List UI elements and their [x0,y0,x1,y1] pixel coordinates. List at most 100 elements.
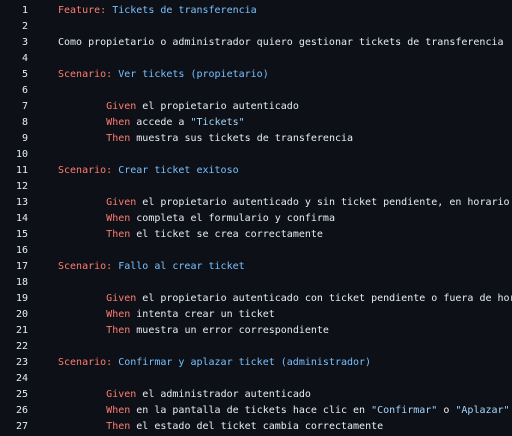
text-token: muestra sus tickets de transferencia [130,133,354,144]
line-content: Como propietario o administrador quiero … [28,35,504,51]
line-number: 24 [15,373,28,384]
line-content [28,51,58,67]
keyword-token: Then [106,229,131,240]
code-line: 10 [0,147,512,163]
line-content: Scenario: Fallo al crear ticket [28,259,245,275]
code-line: 12 [0,179,512,195]
line-content: Feature: Tickets de transferencia [28,3,257,19]
keyword-token: Then [106,133,131,144]
code-viewer: 1 Feature: Tickets de transferencia 2 3 Como… [0,0,512,436]
line-number: 4 [21,53,28,64]
title-token: Tickets de transferencia [106,5,257,16]
code-line: 26 When en la pantalla de tickets hace c… [0,403,512,419]
code-line: 3 Como propietario o administrador quiero… [0,35,512,51]
title-token: Ver tickets (propietario) [112,69,269,80]
keyword-token: Given [106,293,137,304]
code-line: 21 Then muestra un error correspondiente [0,323,512,339]
keyword-token: Scenario: [58,69,113,80]
line-number: 20 [15,309,28,320]
keyword-token: Given [106,197,137,208]
code-line: 6 [0,83,512,99]
string-token: "Aplazar" [455,405,510,416]
keyword-token: When [106,213,131,224]
code-line: 24 [0,371,512,387]
code-line: 11 Scenario: Crear ticket exitoso [0,163,512,179]
line-number: 9 [21,133,28,144]
title-token: Fallo al crear ticket [112,261,245,272]
text-token: el ticket se crea correctamente [130,229,323,240]
line-content: When intenta crear un ticket [28,307,275,323]
title-token: Crear ticket exitoso [112,165,239,176]
code-line: 19 Given el propietario autenticado con … [0,291,512,307]
line-number: 14 [15,213,28,224]
code-line: 15 Then el ticket se crea correctamente [0,227,512,243]
line-content: Then el estado del ticket cambia correct… [28,419,383,435]
code-line: 8 When accede a "Tickets" [0,115,512,131]
line-number: 21 [15,325,28,336]
line-content [28,19,58,35]
code-line: 22 [0,339,512,355]
line-number: 2 [21,21,28,32]
text-token: el propietario autenticado con ticket pe… [136,293,512,304]
line-number: 6 [21,85,28,96]
text-token: accede a [130,117,191,128]
text-token: Como propietario o administrador quiero … [58,37,504,48]
line-content: Given el administrador autenticado [28,387,311,403]
line-number: 22 [15,341,28,352]
line-content: Scenario: Crear ticket exitoso [28,163,239,179]
line-number: 25 [15,389,28,400]
line-number: 12 [15,181,28,192]
code-line: 7 Given el propietario autenticado [0,99,512,115]
code-line: 23 Scenario: Confirmar y aplazar ticket (… [0,355,512,371]
line-content: Scenario: Confirmar y aplazar ticket (ad… [28,355,371,371]
text-token: o [437,405,456,416]
line-number: 3 [21,37,28,48]
string-token: "Confirmar" [371,405,438,416]
keyword-token: Scenario: [58,165,113,176]
line-number: 1 [21,5,28,16]
line-number: 8 [21,117,28,128]
code-line: 25 Given el administrador autenticado [0,387,512,403]
code-line: 16 [0,243,512,259]
code-line: 17 Scenario: Fallo al crear ticket [0,259,512,275]
text-token: el estado del ticket cambia correctament… [130,421,384,432]
line-content: When accede a "Tickets" [28,115,245,131]
line-content: Then muestra un error correspondiente [28,323,329,339]
line-number: 26 [15,405,28,416]
code-line: 27 Then el estado del ticket cambia corr… [0,419,512,435]
keyword-token: When [106,405,131,416]
line-number: 7 [21,101,28,112]
keyword-token: Then [106,421,131,432]
line-content [28,243,58,259]
keyword-token: Given [106,389,137,400]
line-content: When completa el formulario y confirma [28,211,335,227]
text-token: muestra un error correspondiente [130,325,329,336]
line-content: Given el propietario autenticado y sin t… [28,195,512,211]
line-content [28,275,58,291]
line-number: 13 [15,197,28,208]
line-number: 10 [15,149,28,160]
string-token: "Tickets" [190,117,245,128]
line-number: 18 [15,277,28,288]
code-line: 20 When intenta crear un ticket [0,307,512,323]
line-content: When en la pantalla de tickets hace clic… [28,403,510,419]
line-content [28,147,58,163]
keyword-token: Scenario: [58,261,113,272]
keyword-token: When [106,309,131,320]
keyword-token: Feature: [58,5,107,16]
line-number: 15 [15,229,28,240]
text-token: el propietario autenticado [136,101,299,112]
keyword-token: When [106,117,131,128]
line-content: Then muestra sus tickets de transferenci… [28,131,353,147]
line-number: 11 [15,165,28,176]
line-number: 23 [15,357,28,368]
code-line: 14 When completa el formulario y confirm… [0,211,512,227]
line-content: Scenario: Ver tickets (propietario) [28,67,269,83]
